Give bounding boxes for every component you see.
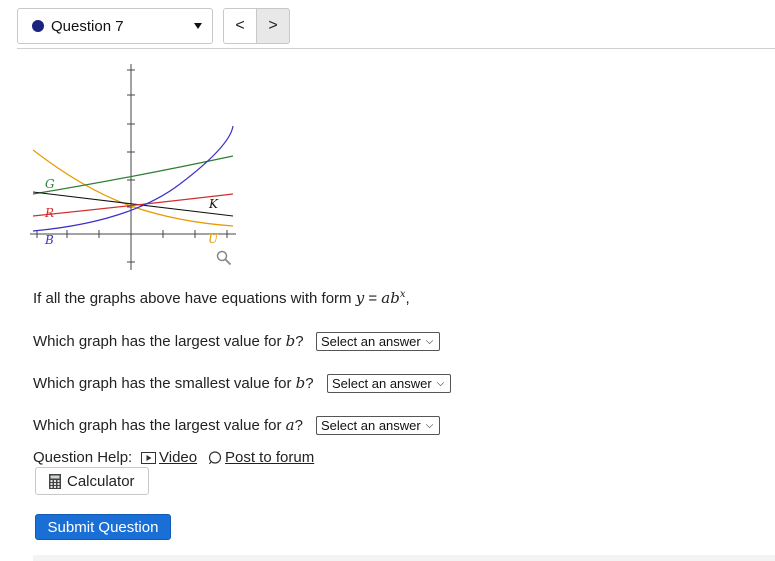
question-status-dot	[32, 20, 44, 32]
header-divider	[17, 48, 775, 49]
calculator-button[interactable]: Calculator	[35, 467, 149, 495]
next-question-button[interactable]: >	[256, 8, 290, 44]
magnify-icon[interactable]	[216, 250, 232, 266]
question-help-label: Question Help:	[33, 449, 133, 466]
previous-question-button[interactable]: <	[223, 8, 257, 44]
answer-select-3[interactable]: Select an answer ⌵	[316, 416, 440, 435]
question-1-text: Which graph has the largest value for b?	[33, 332, 304, 350]
post-to-forum-link[interactable]: Post to forum	[208, 449, 314, 466]
curve-label-r: R	[44, 206, 54, 220]
speech-bubble-icon	[208, 450, 222, 464]
curve-b	[32, 125, 234, 232]
formula-equals: =	[364, 290, 382, 307]
intro-suffix: ,	[405, 290, 410, 307]
submit-question-button[interactable]: Submit Question	[35, 514, 171, 540]
formula-ab: ab	[381, 289, 400, 307]
question-2-text: Which graph has the smallest value for b…	[33, 374, 314, 392]
calculator-icon	[49, 473, 61, 489]
answer-select-1[interactable]: Select an answer ⌵	[316, 332, 440, 351]
video-icon	[141, 451, 156, 464]
video-link[interactable]: Video	[141, 449, 197, 466]
question-3-text: Which graph has the largest value for a?	[33, 416, 303, 434]
curve-label-g: G	[45, 177, 55, 191]
q3-variable: a	[285, 416, 295, 434]
curve-g	[32, 155, 234, 195]
curve-label-b: B	[44, 233, 54, 247]
question-intro: If all the graphs above have equations w…	[33, 289, 410, 307]
formula-y: y	[355, 289, 365, 307]
calculator-label: Calculator	[67, 472, 135, 490]
curve-label-k: K	[208, 197, 219, 211]
q2-variable: b	[295, 374, 306, 392]
intro-text: If all the graphs above have equations w…	[33, 290, 356, 307]
curve-label-u: U	[208, 232, 219, 246]
exponential-graph: G R K B U	[30, 64, 236, 270]
question-selector[interactable]: Question 7	[17, 8, 213, 44]
answer-select-2[interactable]: Select an answer ⌵	[327, 374, 451, 393]
question-nav-bar: Question 7 < >	[17, 8, 775, 48]
q1-variable: b	[285, 332, 296, 350]
chevron-down-icon: ⌵	[425, 336, 434, 347]
curve-u	[32, 149, 234, 227]
caret-down-icon	[194, 23, 202, 29]
chevron-down-icon: ⌵	[436, 378, 445, 389]
chevron-down-icon: ⌵	[425, 420, 434, 431]
bottom-strip	[33, 555, 775, 561]
question-selector-label: Question 7	[51, 18, 124, 35]
